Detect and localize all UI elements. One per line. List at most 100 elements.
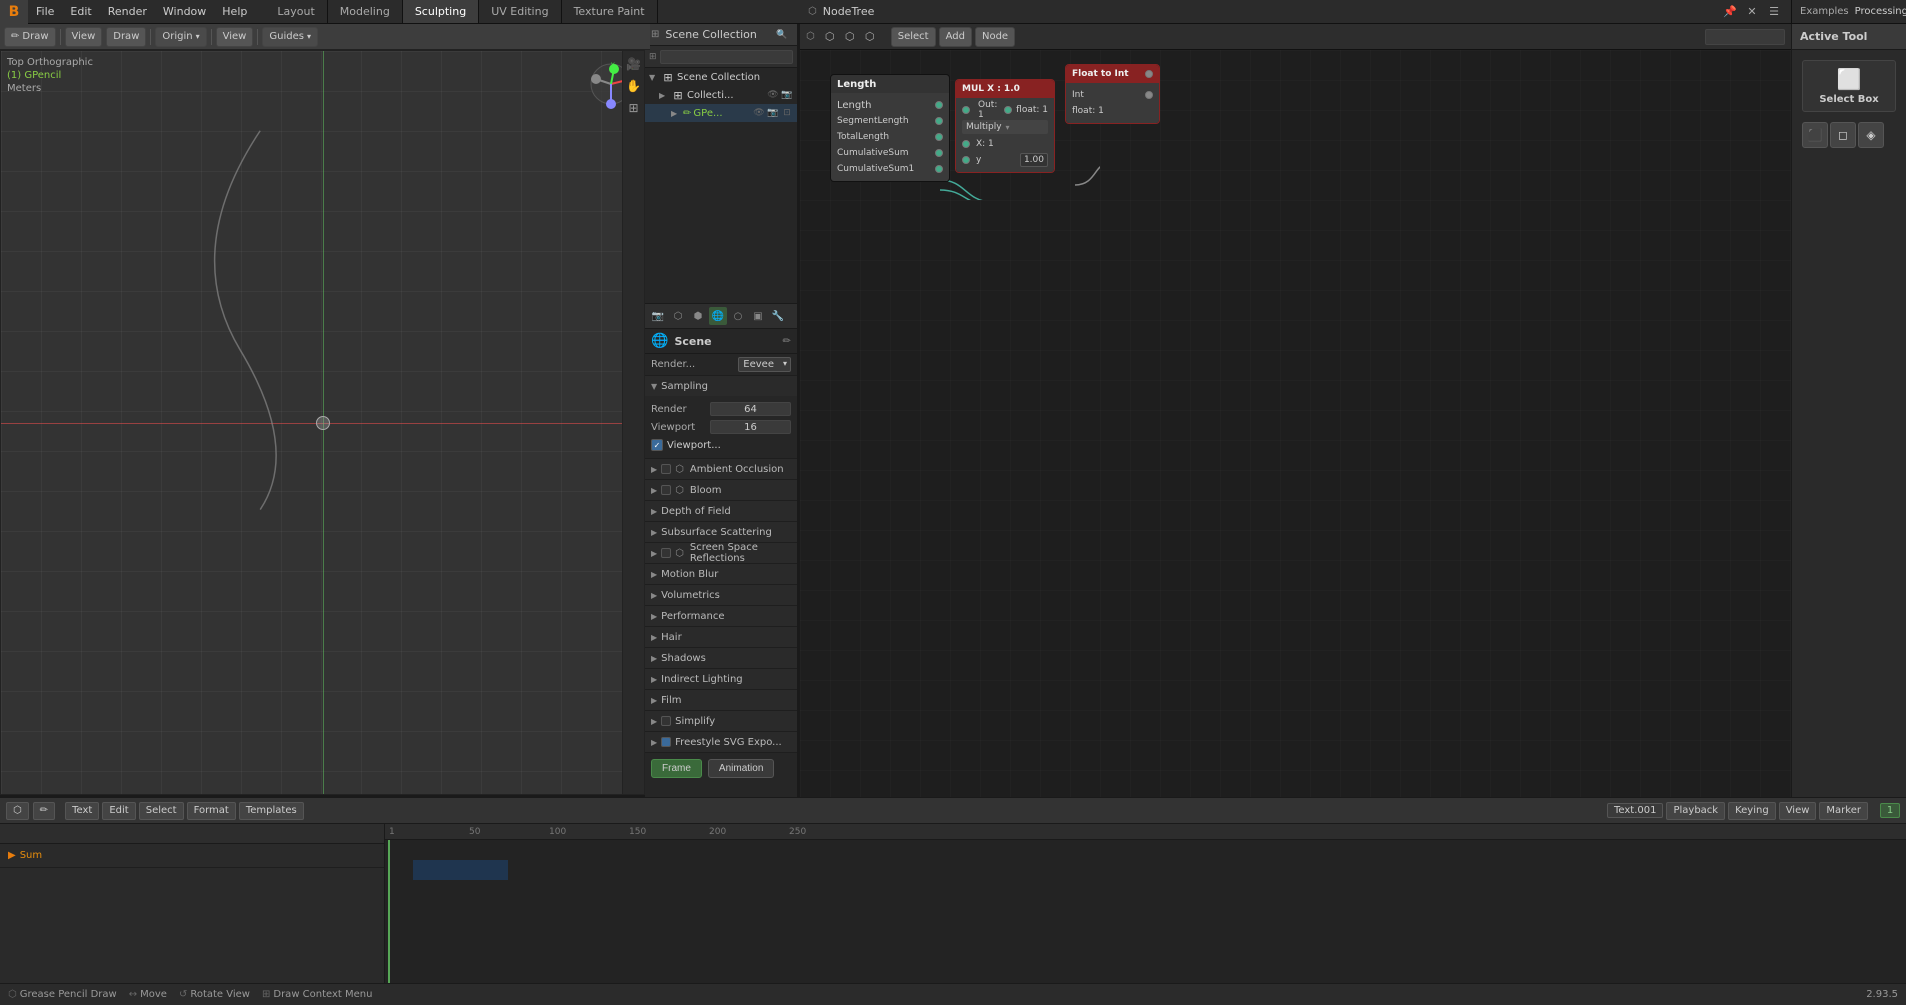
bt-icon1[interactable]: ⬡ <box>6 802 29 820</box>
tab-uv-editing[interactable]: UV Editing <box>479 0 561 23</box>
simplify-checkbox[interactable] <box>661 716 671 726</box>
menu-render[interactable]: Render <box>100 0 155 23</box>
keying-btn[interactable]: Keying <box>1728 802 1776 820</box>
viewport-tool-hand[interactable]: ✋ <box>625 77 643 95</box>
tab-layout[interactable]: Layout <box>265 0 327 23</box>
ne-icon3[interactable]: ⬡ <box>861 28 879 46</box>
tool-mode-icon-2[interactable]: ◈ <box>1858 122 1884 148</box>
toolbar-view2-btn[interactable]: View <box>216 27 254 47</box>
props-icon-object[interactable]: ▣ <box>749 307 767 325</box>
bloom-checkbox[interactable] <box>661 485 671 495</box>
dof-header[interactable]: ▶ Depth of Field <box>645 501 797 521</box>
hair-header[interactable]: ▶ Hair <box>645 627 797 647</box>
performance-header[interactable]: ▶ Performance <box>645 606 797 626</box>
node-float-to-int[interactable]: Float to Int Int float: 1 <box>1065 64 1160 124</box>
toolbar-draw-btn[interactable]: Draw <box>106 27 146 47</box>
outliner-item-gpencil[interactable]: ▶ ✏ GPe... 👁 📷 ⊡ <box>645 104 797 122</box>
vis-eye-icon[interactable]: 👁 <box>767 90 779 100</box>
tab-texture-paint[interactable]: Texture Paint <box>562 0 658 23</box>
ao-header[interactable]: ▶ ⬡ Ambient Occlusion <box>645 459 797 479</box>
origin-dropdown[interactable]: Origin ▾ <box>155 27 206 47</box>
render-engine-dropdown[interactable]: Eevee ▾ <box>738 357 791 372</box>
viewport-tool-camera[interactable]: 🎥 <box>625 55 643 73</box>
socket-cumsum[interactable] <box>935 149 943 157</box>
ne-select-btn[interactable]: Select <box>891 27 936 47</box>
timeline-ruler[interactable]: 1 50 100 150 200 250 <box>385 824 1906 983</box>
nodetree-pin-btn[interactable]: 📌 <box>1721 3 1739 21</box>
viewport[interactable]: Top Orthographic (1) GPencil Meters X Y … <box>0 50 645 795</box>
playback-btn[interactable]: Playback <box>1666 802 1725 820</box>
bt-select-btn[interactable]: Select <box>139 802 184 820</box>
outliner-item-collection[interactable]: ▶ ⊞ Collecti... 👁 📷 <box>645 86 797 104</box>
ssr-checkbox[interactable] <box>661 548 671 558</box>
freestyle-header[interactable]: ▶ Freestyle SVG Expo... <box>645 732 797 752</box>
socket-cumsum1[interactable] <box>935 165 943 173</box>
socket-int-out[interactable] <box>1145 91 1153 99</box>
viewport-samples-input[interactable]: 16 <box>710 420 791 434</box>
ne-search-input[interactable] <box>1705 29 1785 45</box>
sss-header[interactable]: ▶ Subsurface Scattering <box>645 522 797 542</box>
tab-sculpting[interactable]: Sculpting <box>403 0 479 23</box>
guides-dropdown[interactable]: Guides ▾ <box>262 27 318 47</box>
tool-mode-icon-1[interactable]: ◻ <box>1830 122 1856 148</box>
menu-help[interactable]: Help <box>214 0 255 23</box>
motion-blur-header[interactable]: ▶ Motion Blur <box>645 564 797 584</box>
socket-seglength[interactable] <box>935 117 943 125</box>
text-name-field[interactable]: Text.001 <box>1607 803 1664 818</box>
node-editor[interactable]: ⬡ ⬡ ⬡ ⬡ Select Add Node Length Length <box>800 24 1791 797</box>
render-animation-btn[interactable]: Animation <box>708 759 774 778</box>
multiply-dropdown[interactable]: Multiply ▾ <box>962 120 1048 134</box>
props-icon-render[interactable]: 📷 <box>649 307 667 325</box>
props-icon-view[interactable]: ⬢ <box>689 307 707 325</box>
vis-extra-icon[interactable]: ⊡ <box>781 108 793 118</box>
socket-mul-in[interactable] <box>962 106 970 114</box>
freestyle-checkbox[interactable] <box>661 737 671 747</box>
bt-edit-btn[interactable]: Edit <box>102 802 135 820</box>
vis-render-icon[interactable]: 📷 <box>767 108 779 118</box>
nodetree-close-btn[interactable]: ✕ <box>1743 3 1761 21</box>
bloom-header[interactable]: ▶ ⬡ Bloom <box>645 480 797 500</box>
nodetree-menu-btn[interactable]: ☰ <box>1765 3 1783 21</box>
simplify-header[interactable]: ▶ Simplify <box>645 711 797 731</box>
socket-y-in[interactable] <box>962 156 970 164</box>
socket-x-in[interactable] <box>962 140 970 148</box>
props-icon-output[interactable]: ⬡ <box>669 307 687 325</box>
viewport-denoising-checkbox[interactable]: ✓ <box>651 439 663 451</box>
socket-mul-out[interactable] <box>1004 106 1012 114</box>
toolbar-mode-btn[interactable]: ✏ Draw <box>4 27 56 47</box>
indirect-lighting-header[interactable]: ▶ Indirect Lighting <box>645 669 797 689</box>
bt-text-btn[interactable]: Text <box>65 802 99 820</box>
socket-length[interactable] <box>935 101 943 109</box>
ssr-header[interactable]: ▶ ⬡ Screen Space Reflections <box>645 543 797 563</box>
toolbar-view-btn[interactable]: View <box>65 27 103 47</box>
props-icon-modifier[interactable]: 🔧 <box>769 307 787 325</box>
sampling-header[interactable]: ▼ Sampling <box>645 376 797 396</box>
outliner-search-input[interactable] <box>660 50 793 64</box>
y-value-field[interactable]: 1.00 <box>1020 153 1048 167</box>
outliner-item-scene-collection[interactable]: ▼ ⊞ Scene Collection <box>645 68 797 86</box>
bt-format-btn[interactable]: Format <box>187 802 236 820</box>
sync-btn[interactable]: Marker <box>1819 802 1868 820</box>
render-samples-input[interactable]: 64 <box>710 402 791 416</box>
node-length[interactable]: Length Length SegmentLength TotalLength … <box>830 74 950 182</box>
menu-window[interactable]: Window <box>155 0 214 23</box>
frame-counter[interactable]: 1 <box>1880 803 1900 818</box>
props-icon-scene[interactable]: 🌐 <box>709 307 727 325</box>
vis-eye-icon[interactable]: 👁 <box>753 108 765 118</box>
render-frame-btn[interactable]: Frame <box>651 759 702 778</box>
menu-file[interactable]: File <box>28 0 62 23</box>
socket-totlength[interactable] <box>935 133 943 141</box>
socket-fti-x[interactable] <box>1145 70 1153 78</box>
bt-templates-btn[interactable]: Templates <box>239 802 304 820</box>
vis-render-icon[interactable]: 📷 <box>781 90 793 100</box>
tool-mode-icon-0[interactable]: ⬛ <box>1802 122 1828 148</box>
scene-edit-icon[interactable]: ✏ <box>783 336 791 347</box>
ne-node-btn[interactable]: Node <box>975 27 1015 47</box>
menu-edit[interactable]: Edit <box>62 0 99 23</box>
outliner-filter-btn[interactable]: 🔍 <box>773 26 791 44</box>
ne-icon2[interactable]: ⬡ <box>841 28 859 46</box>
tab-modeling[interactable]: Modeling <box>328 0 403 23</box>
volumetrics-header[interactable]: ▶ Volumetrics <box>645 585 797 605</box>
bt-icon2[interactable]: ✏ <box>33 802 55 820</box>
shadows-header[interactable]: ▶ Shadows <box>645 648 797 668</box>
